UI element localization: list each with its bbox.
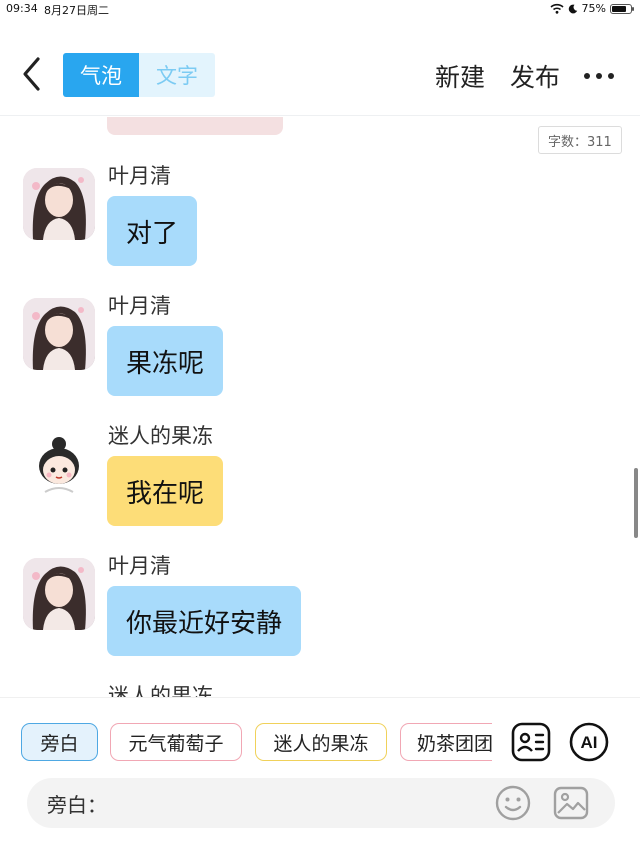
sender-name: 迷人的果冻 (108, 424, 213, 448)
previous-message-bubble[interactable] (107, 117, 283, 135)
chevron-left-icon (23, 57, 40, 91)
battery-percent: 75% (581, 2, 606, 15)
smiley-icon (495, 785, 531, 821)
moon-icon (568, 4, 577, 13)
ai-icon: AI (569, 722, 609, 762)
message-input[interactable] (107, 786, 487, 820)
role-chip[interactable]: 奶茶团团 (400, 723, 492, 761)
composer-panel: 旁白 元气葡萄子 迷人的果冻 奶茶团团 AI 旁白： (0, 697, 640, 853)
message-bubble[interactable]: 你最近好安静 (107, 586, 302, 656)
status-bar: 09:34 8月27日周二 75% (0, 0, 640, 18)
status-right: 75% (550, 2, 634, 15)
message-bubble[interactable]: 我在呢 (107, 456, 224, 526)
back-button[interactable] (16, 54, 48, 94)
girl-avatar-art (23, 558, 95, 630)
image-button[interactable] (552, 784, 590, 822)
role-selector: 旁白 元气葡萄子 迷人的果冻 奶茶团团 (0, 723, 492, 763)
svg-text:AI: AI (581, 733, 598, 752)
girl-avatar[interactable] (23, 298, 95, 370)
image-icon (553, 786, 589, 820)
chibi-avatar-art (23, 428, 95, 500)
scrollbar-thumb[interactable] (634, 468, 638, 538)
sender-name: 叶月清 (108, 554, 171, 578)
new-button[interactable]: 新建 (435, 58, 485, 94)
chibi-avatar[interactable] (23, 688, 95, 697)
battery-icon (610, 3, 634, 14)
sender-name: 迷人的果冻 (108, 684, 213, 697)
sender-name: 叶月清 (108, 294, 171, 318)
girl-avatar-art (23, 168, 95, 240)
role-card-button[interactable] (511, 722, 551, 762)
status-date: 8月27日周二 (44, 4, 109, 17)
girl-avatar[interactable] (23, 168, 95, 240)
mode-switch: 气泡 文字 (63, 53, 215, 97)
publish-button[interactable]: 发布 (510, 58, 560, 94)
wifi-icon (550, 3, 564, 14)
more-icon[interactable] (584, 70, 614, 82)
chibi-avatar-art (23, 688, 95, 697)
word-count-badge: 字数：311 (538, 126, 622, 154)
chat-area[interactable]: 字数：311 叶月清 对了 叶月清 果冻呢 迷人的果冻 我在呢 叶月清 你最近好… (0, 117, 640, 697)
ai-button[interactable]: AI (569, 722, 609, 762)
message-bubble[interactable]: 对了 (107, 196, 198, 266)
emoji-button[interactable] (494, 784, 532, 822)
tab-text[interactable]: 文字 (139, 53, 215, 97)
contact-card-icon (511, 722, 551, 762)
role-chip[interactable]: 元气葡萄子 (110, 723, 242, 761)
input-role-label: 旁白： (47, 793, 107, 817)
role-chip[interactable]: 迷人的果冻 (255, 723, 387, 761)
girl-avatar[interactable] (23, 558, 95, 630)
message-bubble[interactable]: 果冻呢 (107, 326, 224, 396)
girl-avatar-art (23, 298, 95, 370)
role-chip-narrator[interactable]: 旁白 (21, 723, 98, 761)
tab-bubble[interactable]: 气泡 (63, 53, 139, 97)
chibi-avatar[interactable] (23, 428, 95, 500)
message-input-bar: 旁白： (27, 778, 615, 828)
status-time: 09:34 (6, 2, 38, 15)
sender-name: 叶月清 (108, 164, 171, 188)
toolbar: 气泡 文字 新建 发布 (0, 36, 640, 116)
